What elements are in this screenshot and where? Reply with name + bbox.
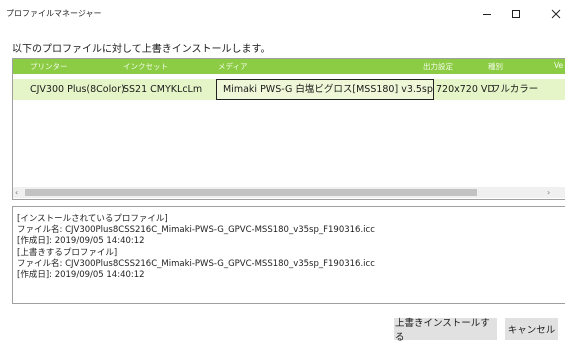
instruction-text: 以下のプロファイルに対して上書きインストールします。: [12, 44, 271, 55]
column-header-type[interactable]: 種別: [488, 61, 503, 72]
profile-info-box: [インストールされているプロファイル] ファイル名: CJV300Plus8CS…: [12, 206, 565, 304]
scrollbar-thumb[interactable]: [25, 189, 477, 196]
column-header-version[interactable]: Ve: [554, 61, 563, 70]
chevron-left-icon[interactable]: ‹: [15, 187, 18, 198]
minimize-icon: [483, 14, 491, 15]
column-header-output[interactable]: 出力設定: [423, 61, 453, 72]
info-line: [作成日]: 2019/09/05 14:40:12: [17, 270, 145, 281]
column-header-printer[interactable]: プリンター: [30, 61, 68, 72]
info-line: ファイル名: CJV300Plus8CSS216C_Mimaki-PWS-G_G…: [17, 258, 375, 269]
table-row[interactable]: CJV300 Plus(8Color) SS21 CMYKLcLm Mimaki…: [13, 79, 565, 100]
cell-printer: CJV300 Plus(8Color): [30, 84, 125, 95]
profile-table: プリンター インクセット メディア 出力設定 種別 Ve CJV300 Plus…: [12, 58, 565, 200]
overwrite-install-button[interactable]: 上書きインストールする: [394, 318, 497, 343]
chevron-right-icon[interactable]: ›: [547, 187, 550, 198]
cell-media: Mimaki PWS-G 白塩ビグロス[MSS180] v3.5sp: [216, 79, 434, 100]
info-line: [上書きするプロファイル]: [17, 247, 118, 258]
info-line: [インストールされているプロファイル]: [17, 214, 168, 224]
info-line: ファイル名: CJV300Plus8CSS216C_Mimaki-PWS-G_G…: [17, 225, 375, 236]
maximize-icon: [512, 10, 520, 18]
close-button[interactable]: [546, 4, 565, 24]
title-bar: プロファイルマネージャー: [0, 0, 565, 28]
minimize-button[interactable]: [475, 4, 499, 24]
column-header-media[interactable]: メディア: [218, 61, 247, 72]
column-header-inkset[interactable]: インクセット: [123, 61, 168, 72]
horizontal-scrollbar[interactable]: ‹ ›: [13, 187, 565, 198]
cancel-button[interactable]: キャンセル: [505, 318, 558, 340]
table-header: プリンター インクセット メディア 出力設定 種別 Ve: [13, 59, 565, 74]
maximize-button[interactable]: [504, 4, 528, 24]
cell-type: フルカラー: [491, 84, 539, 95]
info-line: [作成日]: 2019/09/05 14:40:12: [17, 236, 145, 247]
cell-inkset: SS21 CMYKLcLm: [123, 84, 203, 95]
cell-output: 720x720 VD: [436, 84, 495, 95]
window-title: プロファイルマネージャー: [6, 9, 102, 18]
close-icon: [551, 9, 560, 19]
